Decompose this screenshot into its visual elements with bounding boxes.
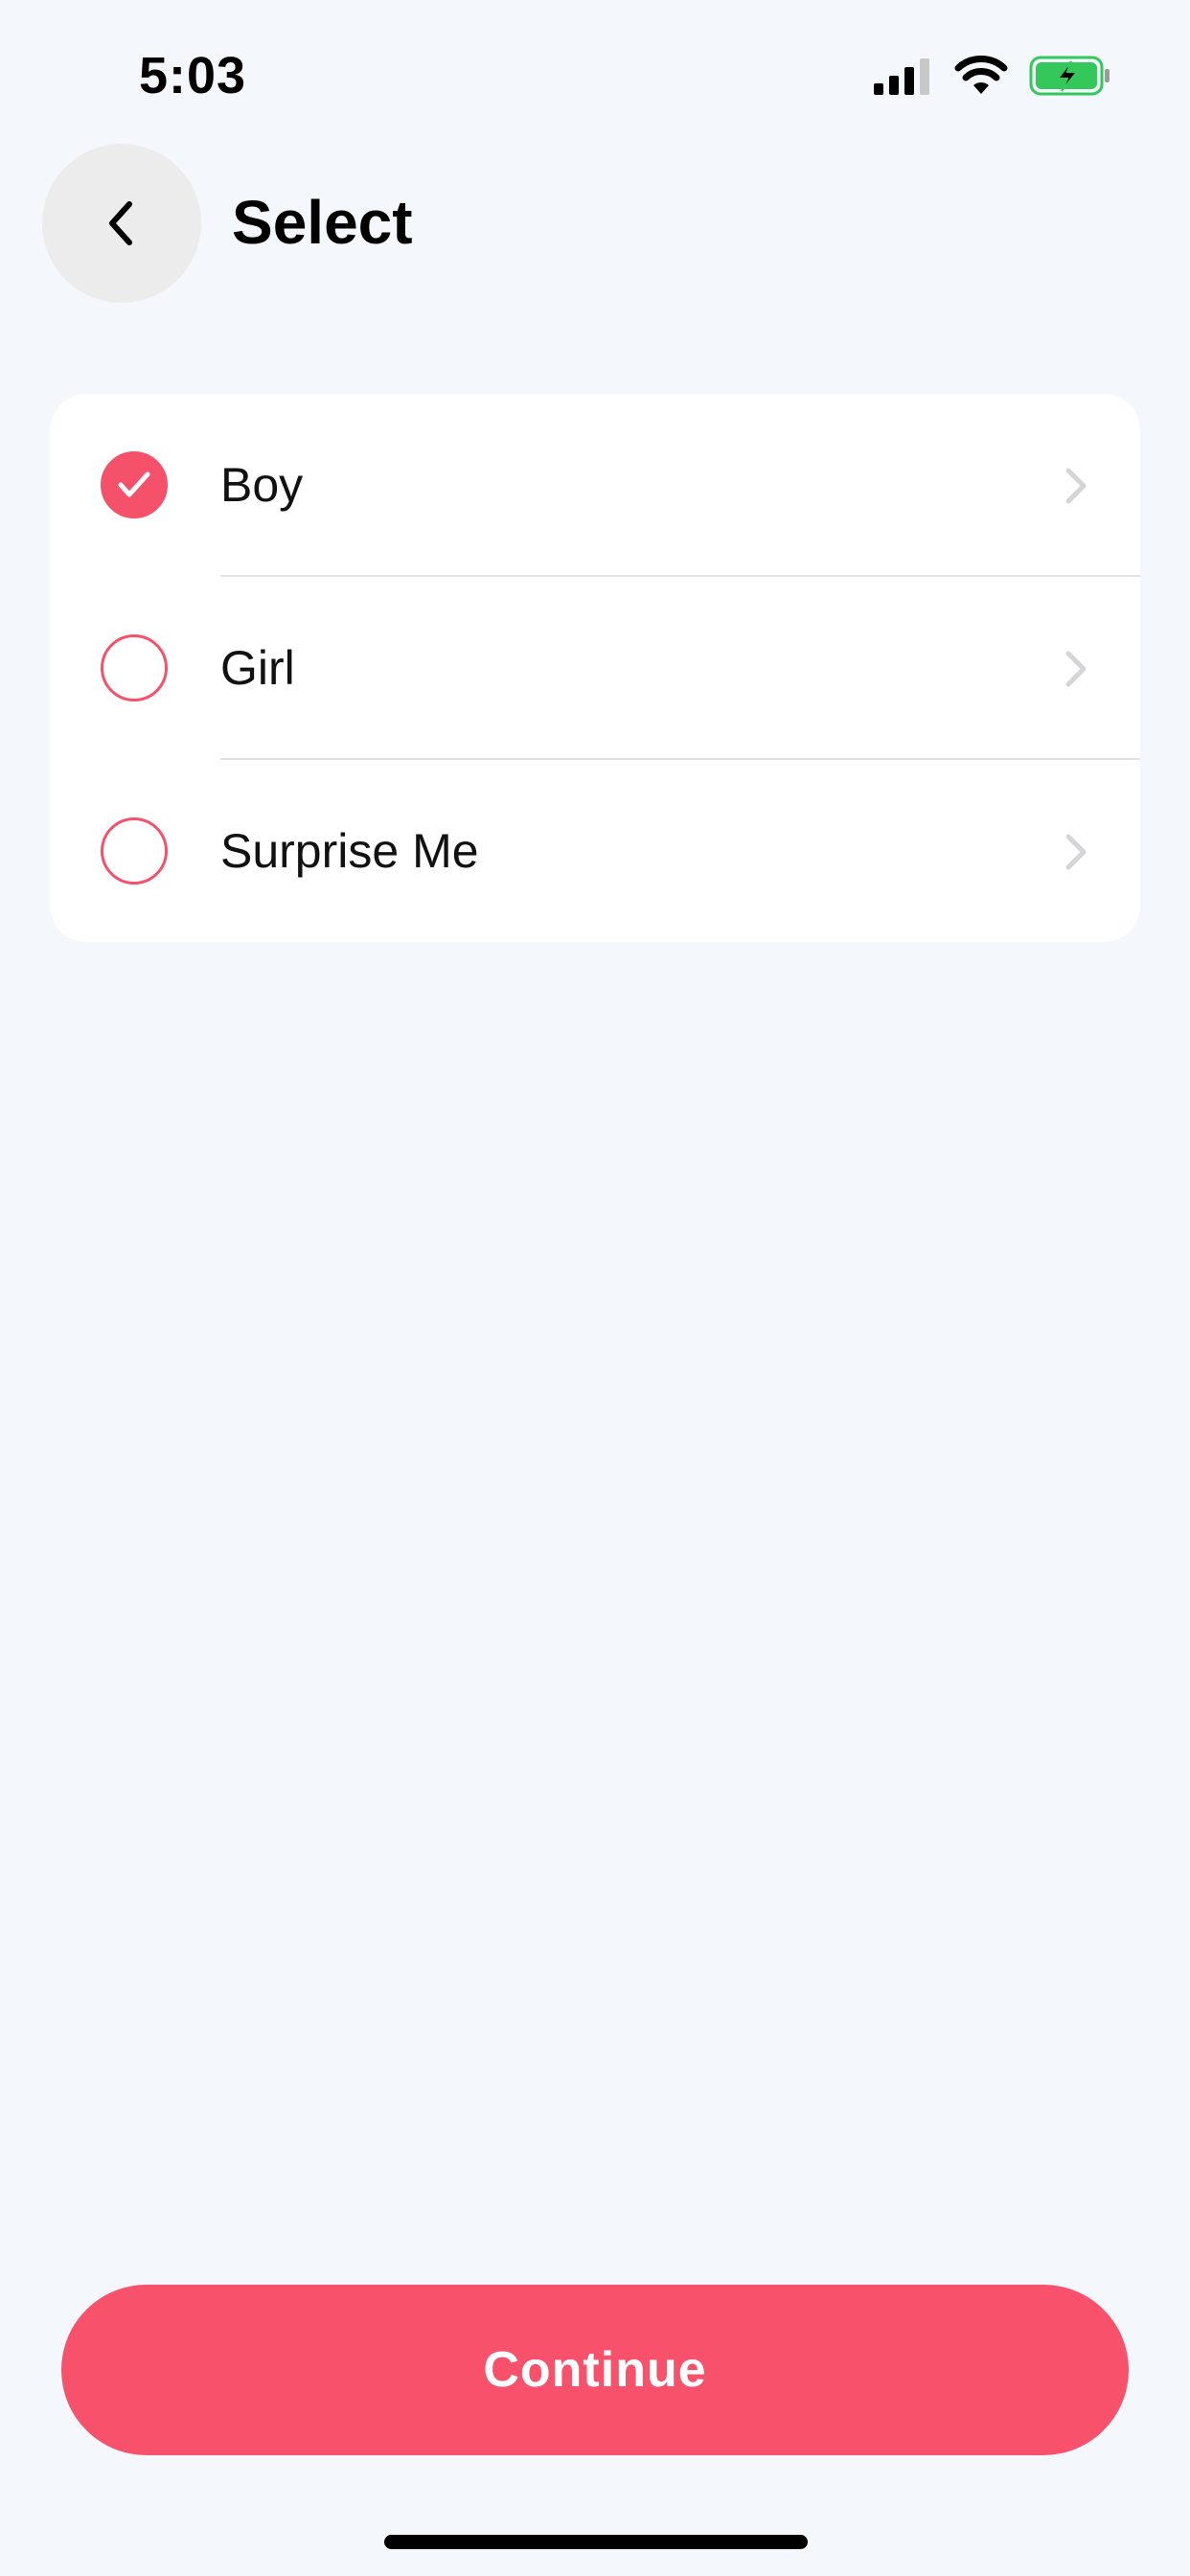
radio-checked[interactable] (101, 451, 168, 518)
continue-button[interactable]: Continue (61, 2285, 1129, 2455)
status-time: 5:03 (139, 47, 247, 104)
radio-unchecked[interactable] (101, 817, 168, 885)
cellular-signal-icon (874, 58, 929, 95)
checkmark-icon (118, 472, 150, 497)
option-label: Surprise Me (220, 824, 479, 878)
chevron-right-icon (1065, 834, 1087, 870)
status-bar: 5:03 (0, 0, 1190, 153)
page-title: Select (232, 188, 413, 257)
battery-charging-icon (1029, 56, 1110, 96)
options-list: Boy Girl Surprise Me (50, 394, 1140, 942)
home-indicator[interactable] (384, 2535, 808, 2549)
back-button[interactable] (42, 144, 201, 303)
option-girl[interactable]: Girl (50, 577, 1140, 759)
option-surprise-me[interactable]: Surprise Me (50, 760, 1140, 942)
status-icons (874, 56, 1111, 96)
wifi-icon (954, 56, 1008, 94)
chevron-left-icon (109, 201, 132, 245)
chevron-right-icon (1065, 468, 1087, 504)
option-boy[interactable]: Boy (50, 394, 1140, 576)
chevron-right-icon (1065, 651, 1087, 687)
option-label: Boy (220, 458, 304, 512)
radio-unchecked[interactable] (101, 634, 168, 702)
option-label: Girl (220, 641, 295, 695)
